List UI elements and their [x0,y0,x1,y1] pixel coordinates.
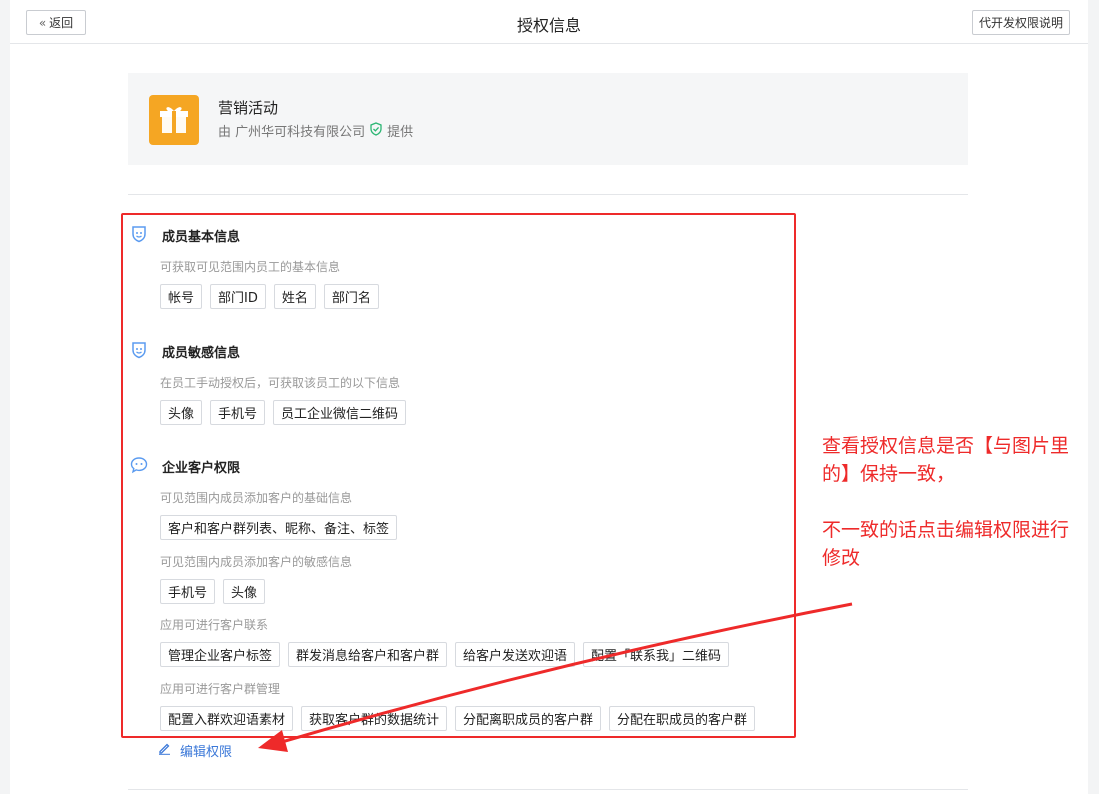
annotation-note: 查看授权信息是否【与图片里的】保持一致， 不一致的话点击编辑权限进行修改 [822,432,1082,572]
divider [128,194,968,195]
top-bar: « 返回 授权信息 代开发权限说明 [10,0,1088,44]
annotation-line: 查看授权信息是否【与图片里的】保持一致， [822,435,1070,485]
divider [128,789,968,790]
app-card: 营销活动 由 广州华可科技有限公司 提供 [128,73,968,165]
gift-icon [149,95,199,145]
main-content: 营销活动 由 广州华可科技有限公司 提供 成员基本信息 可获取可见范围内员工的基… [10,44,1088,794]
provider-name: 由 广州华可科技有限公司 [218,125,366,140]
annotation-line: 不一致的话点击编辑权限进行修改 [822,519,1070,569]
provider-suffix: 提供 [387,125,414,140]
pencil-icon [158,742,171,759]
page-title: 授权信息 [516,16,581,35]
annotation-highlight-box [121,213,796,738]
edit-permission-link[interactable]: 编辑权限 [158,741,232,760]
permission-doc-button[interactable]: 代开发权限说明 [971,10,1070,35]
app-name: 营销活动 [218,99,279,117]
edit-permission-label: 编辑权限 [180,745,233,760]
verified-shield-icon [369,121,383,140]
app-provider: 由 广州华可科技有限公司 提供 [218,121,413,140]
